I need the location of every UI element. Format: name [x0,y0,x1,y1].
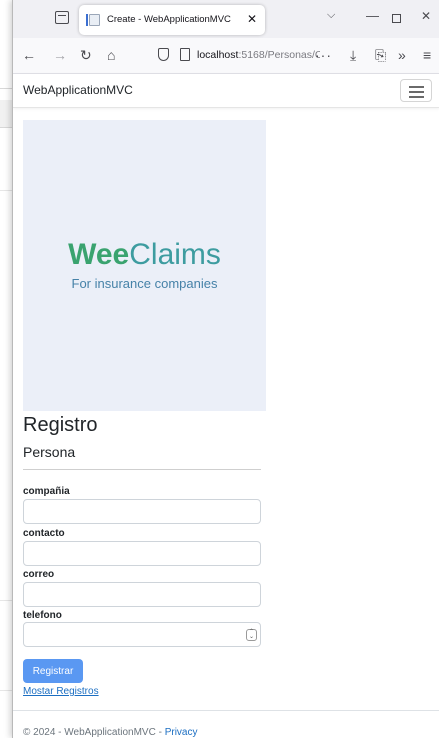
background-divider [0,690,12,691]
back-icon[interactable]: ← [22,47,36,63]
reload-icon[interactable]: ↻ [80,47,92,63]
page-title: Registro [23,414,98,436]
footer: © 2024 - WebApplicationMVC - Privacy [23,727,198,738]
logo-tagline: For insurance companies [71,276,218,291]
url-path: :5168/Personas/Create [238,49,320,61]
footer-text: © 2024 - WebApplicationMVC - [23,727,165,738]
close-tab-icon[interactable]: ✕ [247,12,257,26]
page-subtitle: Persona [23,444,76,460]
mostrar-registros-link[interactable]: Mostar Registros [23,686,99,697]
tab-list-icon[interactable] [55,11,69,24]
page-actions-icon[interactable]: ··· [315,47,332,63]
contacto-input[interactable] [23,541,261,566]
divider [23,469,261,470]
brand-link[interactable]: WebApplicationMVC [23,83,133,97]
background-divider [0,190,12,191]
tab-title: Create - WebApplicationMVC [107,14,231,25]
close-window-icon[interactable]: ✕ [421,9,431,23]
hamburger-icon-line [409,86,424,88]
background-divider [0,88,12,100]
contacto-label: contacto [23,528,65,539]
registrar-button[interactable]: Registrar [23,659,83,683]
page-favicon-icon [86,14,100,26]
compania-label: compañia [23,486,70,497]
logo-text-claims: Claims [129,238,221,271]
logo-text-wee: Wee [68,238,130,271]
browser-tab[interactable]: Create - WebApplicationMVC ✕ [79,5,265,35]
downloads-icon[interactable]: ⤓ [350,47,356,63]
hamburger-icon-line [409,96,424,98]
hamburger-icon-line [409,91,424,93]
background-divider [0,600,12,601]
overflow-menu-icon[interactable]: » [398,47,406,63]
page-info-icon[interactable] [180,48,190,61]
browser-window: Create - WebApplicationMVC ✕ ⌵ — ✕ ← → ↻… [12,0,439,738]
number-stepper-icon[interactable]: ⌃ ⌄ [246,629,257,641]
correo-label: correo [23,569,55,580]
chevron-down-icon[interactable]: ⌵ [327,9,335,22]
extensions-icon[interactable]: ⎘ [375,47,386,63]
telefono-input[interactable]: ⌃ ⌄ [23,622,261,647]
footer-divider [13,710,439,711]
background-toolbar [0,100,12,128]
tracking-protection-icon[interactable] [158,48,169,61]
privacy-link[interactable]: Privacy [165,727,198,738]
title-bar: Create - WebApplicationMVC ✕ ⌵ — ✕ [13,0,439,38]
home-icon[interactable]: ⌂ [107,47,115,63]
telefono-label: telefono [23,610,62,621]
url-host: localhost [197,49,239,61]
navbar-toggler-button[interactable] [400,79,432,102]
correo-input[interactable] [23,582,261,607]
navigation-toolbar: ← → ↻ ⌂ localhost:5168/Personas/Create ·… [13,38,439,74]
hamburger-menu-icon[interactable]: ≡ [423,47,431,63]
compania-input[interactable] [23,499,261,524]
app-navbar: WebApplicationMVC [13,74,439,108]
url-text[interactable]: localhost:5168/Personas/Create [197,49,320,61]
forward-icon[interactable]: → [53,47,67,63]
hero-image: WeeClaims For insurance companies [23,120,266,411]
maximize-icon[interactable] [392,14,401,23]
minimize-icon[interactable]: — [366,8,379,23]
weeclaims-logo: WeeClaims [23,238,266,272]
